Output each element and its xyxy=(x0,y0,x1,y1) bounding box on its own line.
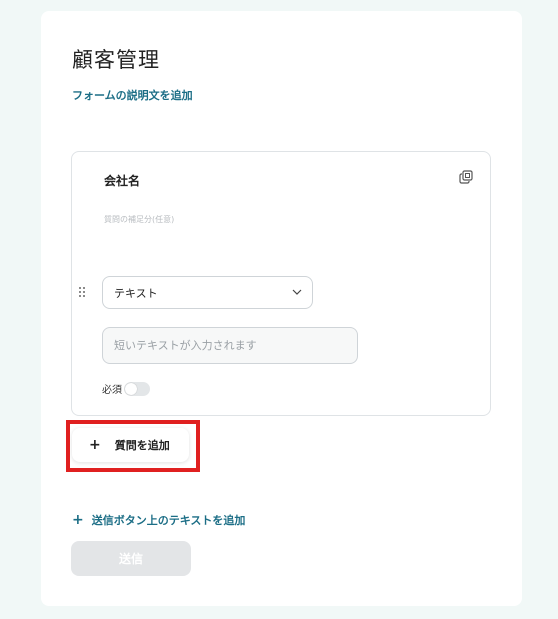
question-card[interactable]: 会社名 質問の補足分(任意) テキスト 必須 xyxy=(71,151,491,416)
plus-icon: + xyxy=(72,512,84,528)
duplicate-icon[interactable] xyxy=(459,170,473,184)
question-title[interactable]: 会社名 xyxy=(104,172,140,189)
required-label: 必須 xyxy=(102,385,122,396)
add-submit-text-link[interactable]: + 送信ボタン上のテキストを追加 xyxy=(72,512,245,528)
chevron-down-icon xyxy=(292,289,302,295)
required-toggle-row: 必須 xyxy=(102,381,150,396)
question-type-value: テキスト xyxy=(114,286,158,300)
add-submit-text-label: 送信ボタン上のテキストを追加 xyxy=(91,514,246,527)
highlight-box xyxy=(66,420,200,472)
required-toggle[interactable] xyxy=(124,381,150,396)
form-card: 顧客管理 フォームの説明文を追加 会社名 質問の補足分(任意) テキスト 必須 xyxy=(41,11,522,606)
toggle-knob xyxy=(125,382,137,395)
form-title[interactable]: 顧客管理 xyxy=(72,44,160,74)
submit-button[interactable]: 送信 xyxy=(71,541,191,576)
add-description-link[interactable]: フォームの説明文を追加 xyxy=(72,87,193,103)
answer-preview-input[interactable] xyxy=(102,327,358,364)
drag-handle-icon[interactable] xyxy=(78,286,86,298)
question-type-select[interactable]: テキスト xyxy=(102,276,313,309)
question-help-text[interactable]: 質問の補足分(任意) xyxy=(104,214,174,225)
